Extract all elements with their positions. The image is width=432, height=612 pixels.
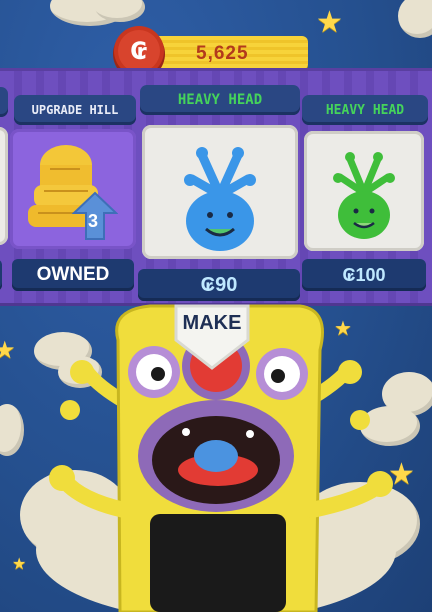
item-level: 3 [88,211,99,231]
shop-item-heavy-head-green[interactable] [304,131,424,251]
shop-item-heavy-head-blue[interactable] [142,125,298,259]
coin-amount: 5,625 [196,43,249,64]
tab-label: UPGRADE HILL [31,103,119,117]
tab-heavy-head: HEAVY HEAD [302,95,428,125]
make-button[interactable] [170,300,254,372]
price-tag-heavy-head-green[interactable]: ₢100 [302,259,426,291]
status-owned: OWNED [12,259,134,291]
shop-item-partial[interactable] [0,127,8,245]
coin-icon: ₢ [118,30,160,72]
tab-heavy-head-selected: HEAVY HEAD [140,85,300,115]
make-button-label: MAKE [182,312,242,334]
heavy-head-blue-icon [184,147,256,251]
shop-carousel[interactable]: UPGRADE HILL 3 OWNED HEAVY HEAD ₢90 HEAV… [0,68,432,306]
price-label: ₢90 [200,273,238,296]
tab-label: HEAVY HEAD [325,102,405,118]
heavy-head-green-icon [333,152,395,239]
shop-item-upgrade-hill[interactable]: 3 [10,129,136,249]
star-decoration: ★ [316,5,343,40]
shop-tab-partial [0,87,8,117]
cloud-decoration [398,0,432,38]
game-screen: ★ ★ ★ ★ ★ 5,625 ₢ UPGRADE HILL 3 OWNED H… [0,0,432,612]
tab-upgrade-hill: UPGRADE HILL [14,95,136,125]
price-tag-heavy-head-blue[interactable]: ₢90 [138,269,300,301]
tab-label: HEAVY HEAD [177,92,263,108]
price-label: ₢100 [342,264,386,285]
price-tag-partial [0,259,2,291]
currency-symbol: ₢ [130,37,148,65]
status-label: OWNED [36,264,110,285]
